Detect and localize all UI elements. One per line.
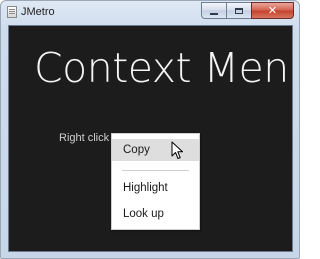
instruction-text: Right click <box>59 131 109 145</box>
close-icon: ✕ <box>267 4 278 17</box>
minimize-icon <box>202 3 226 18</box>
application-window: JMetro ✕ Context Menu Right click Copy H… <box>0 0 300 259</box>
close-button[interactable]: ✕ <box>251 2 294 19</box>
hint-text: Right click <box>59 132 110 144</box>
caption-buttons: ✕ <box>201 2 294 20</box>
maximize-icon <box>227 3 251 18</box>
mouse-pointer-icon <box>171 141 183 159</box>
content-area[interactable]: Context Menu Right click Copy Highlight … <box>8 25 293 252</box>
menu-item-highlight[interactable]: Highlight <box>112 177 199 199</box>
menu-item-look-up[interactable]: Look up <box>112 203 199 225</box>
menu-item-copy[interactable]: Copy <box>112 139 199 161</box>
window-title: JMetro <box>21 6 55 18</box>
page-title: Context Menu <box>34 44 293 92</box>
minimize-button[interactable] <box>201 2 226 19</box>
menu-separator <box>122 170 189 171</box>
title-bar[interactable]: JMetro ✕ <box>1 1 299 24</box>
window-app-icon[interactable] <box>7 6 17 18</box>
maximize-button[interactable] <box>226 2 251 19</box>
context-menu: Copy Highlight Look up <box>111 133 200 230</box>
